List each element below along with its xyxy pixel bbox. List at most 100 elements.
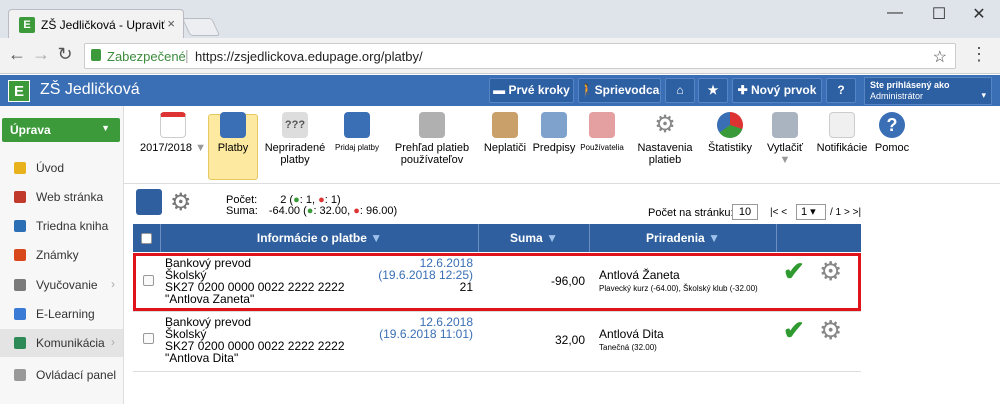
tab-label: Štatistiky — [707, 142, 752, 154]
sidebar-item-triedna-kniha[interactable]: Triedna kniha — [0, 212, 123, 240]
tab-pridaj-platby[interactable]: Pridaj platby — [330, 112, 384, 154]
tab-label: Nepriradené platby — [264, 142, 326, 166]
save-icon[interactable] — [136, 189, 162, 215]
sidebar-item-vyucovanie[interactable]: Vyučovanie › — [0, 271, 123, 299]
column-header-actions — [777, 224, 861, 252]
row-checkbox[interactable] — [143, 333, 154, 344]
column-header-sum[interactable]: Suma ▼ — [479, 224, 590, 252]
page-select-value: 1 — [801, 206, 808, 218]
column-info-label: Informácie o platbe — [256, 231, 367, 245]
minimize-button[interactable]: — — [880, 4, 910, 22]
user-menu[interactable]: Ste prihlásený ako Administrátor ▾ — [864, 77, 992, 105]
column-sum-label: Suma — [510, 231, 543, 245]
first-steps-button[interactable]: ▬ Prvé kroky — [489, 78, 574, 103]
home-button[interactable]: ⌂ — [665, 78, 695, 103]
column-header-assign[interactable]: Priradenia ▼ — [590, 224, 777, 252]
pie-chart-icon — [717, 112, 743, 138]
elearning-icon — [14, 308, 26, 320]
address-separator: | — [185, 47, 189, 63]
page-select[interactable]: 1 ▾ — [796, 204, 826, 220]
url-text: https://zsjedlickova.edupage.org/platby/ — [195, 49, 423, 64]
address-bar[interactable]: Zabezpečené | https://zsjedlickova.edupa… — [84, 43, 956, 69]
user-role: Administrátor — [870, 91, 924, 101]
documents-icon — [541, 112, 567, 138]
guide-button[interactable]: 🚶Sprievodca — [578, 78, 661, 103]
favorites-button[interactable]: ★ — [698, 78, 728, 103]
assignee-name[interactable]: Antlová Dita — [599, 328, 664, 340]
school-title[interactable]: ZŠ Jedličková — [40, 81, 140, 99]
gear-icon: ⚙ — [654, 111, 676, 138]
maximize-button[interactable]: ☐ — [924, 4, 954, 24]
tab-statistiky[interactable]: Štatistiky — [704, 112, 756, 154]
pager-prev[interactable]: |< < — [770, 207, 787, 218]
tab-notifikacie[interactable]: Notifikácie — [814, 112, 870, 154]
tab-predpisy[interactable]: Predpisy — [532, 112, 576, 154]
select-all-cell[interactable] — [133, 224, 161, 252]
sidebar-item-elearning[interactable]: E-Learning — [0, 300, 123, 328]
plus-icon: ✚ — [737, 83, 752, 97]
tab-label: Platby — [217, 142, 249, 154]
tab-neplatici[interactable]: Neplatiči — [480, 112, 530, 154]
sidebar-item-komunikacia[interactable]: Komunikácia › — [0, 329, 123, 357]
tab-prehlad-platieb[interactable]: Prehľad platieb používateľov — [386, 112, 478, 166]
filter-icon[interactable]: ▼ — [546, 231, 558, 245]
sidebar-item-ovladaci-panel[interactable]: Ovládací panel — [0, 361, 123, 389]
edupage-favicon: E — [19, 17, 35, 33]
close-window-button[interactable]: ✕ — [964, 4, 994, 24]
summary-block: Počet: 2 (●: 1, ●: 1) Suma: -64.00 (●: 3… — [226, 195, 397, 217]
checkmark-icon[interactable]: ✔ — [783, 317, 805, 343]
browser-menu-icon[interactable]: ⋮ — [968, 44, 990, 65]
tab-close-icon[interactable]: × — [167, 16, 175, 31]
browser-tab[interactable]: E ZŠ Jedličková - Upraviť v: × — [8, 9, 184, 38]
payer-name: "Antlova Dita" — [165, 351, 239, 365]
reload-icon[interactable]: ↻ — [54, 44, 76, 65]
tab-label: Nastavenia platieb — [637, 142, 693, 166]
sidebar-item-znamky[interactable]: Známky — [0, 241, 123, 269]
assignment-detail: Tanečná (32.00) — [599, 343, 657, 352]
sidebar-item-uvod[interactable]: Úvod — [0, 154, 123, 182]
pager-next[interactable]: > >| — [844, 207, 861, 218]
chevron-down-icon: ▼ — [101, 123, 110, 133]
sum-value: -64.00 ( — [268, 205, 307, 217]
forward-arrow-icon[interactable]: → — [30, 44, 52, 65]
column-assign-label: Priradenia — [646, 231, 705, 245]
tab-nastavenia-platieb[interactable]: ⚙ Nastavenia platieb — [630, 111, 700, 167]
help-button[interactable]: ? — [826, 78, 856, 103]
tab-platby[interactable]: Platby — [208, 112, 258, 154]
filter-icon[interactable]: ▼ — [708, 231, 720, 245]
bookmark-star-icon[interactable]: ☆ — [933, 47, 947, 67]
grade-book-icon — [14, 249, 26, 261]
tab-pouzivatelia[interactable]: Používatelia — [576, 112, 628, 154]
gear-icon[interactable]: ⚙ — [170, 188, 192, 217]
sidebar-item-web[interactable]: Web stránka — [0, 183, 123, 211]
tab-nepriradene-platby[interactable]: ??? Nepriradené platby — [260, 112, 330, 166]
highlight-box — [133, 253, 861, 311]
new-item-button[interactable]: ✚ Nový prvok — [732, 78, 822, 103]
select-all-checkbox[interactable] — [141, 233, 152, 245]
edupage-logo[interactable]: E — [8, 80, 30, 102]
tab-label: Predpisy — [532, 142, 576, 154]
first-steps-label: Prvé kroky — [508, 83, 570, 97]
coins-icon — [220, 112, 246, 138]
per-page-input[interactable] — [732, 204, 758, 220]
security-label: Zabezpečené — [107, 49, 186, 64]
user-caption: Ste prihlásený ako — [870, 80, 950, 90]
uprava-label: Úprava — [10, 123, 51, 137]
sum-minus: : 96.00) — [359, 205, 398, 217]
tab-vytlacit[interactable]: Vytlačiť ▼ — [760, 112, 810, 166]
gear-icon[interactable]: ⚙ — [819, 317, 842, 343]
walking-person-icon: 🚶 — [579, 83, 595, 97]
table-row[interactable]: Bankový prevod Školský SK27 0200 0000 00… — [133, 312, 861, 372]
tab-pomoc[interactable]: ? Pomoc — [872, 112, 912, 154]
minus-circle-icon: ● — [353, 205, 360, 217]
chevron-down-icon: ▼ — [195, 142, 206, 154]
column-header-info[interactable]: Informácie o platbe ▼ — [161, 224, 479, 252]
sum-plus: : 32.00, — [313, 205, 351, 217]
year-selector[interactable]: 2017/2018 ▼ — [140, 112, 206, 154]
sidebar-item-label: Komunikácia — [36, 336, 105, 350]
sidebar-item-label: Web stránka — [36, 190, 104, 204]
tab-label: Pridaj platby — [334, 143, 380, 152]
filter-icon[interactable]: ▼ — [370, 231, 382, 245]
back-arrow-icon[interactable]: ← — [6, 44, 28, 65]
uprava-menu-button[interactable]: Úprava ▼ — [2, 118, 120, 142]
